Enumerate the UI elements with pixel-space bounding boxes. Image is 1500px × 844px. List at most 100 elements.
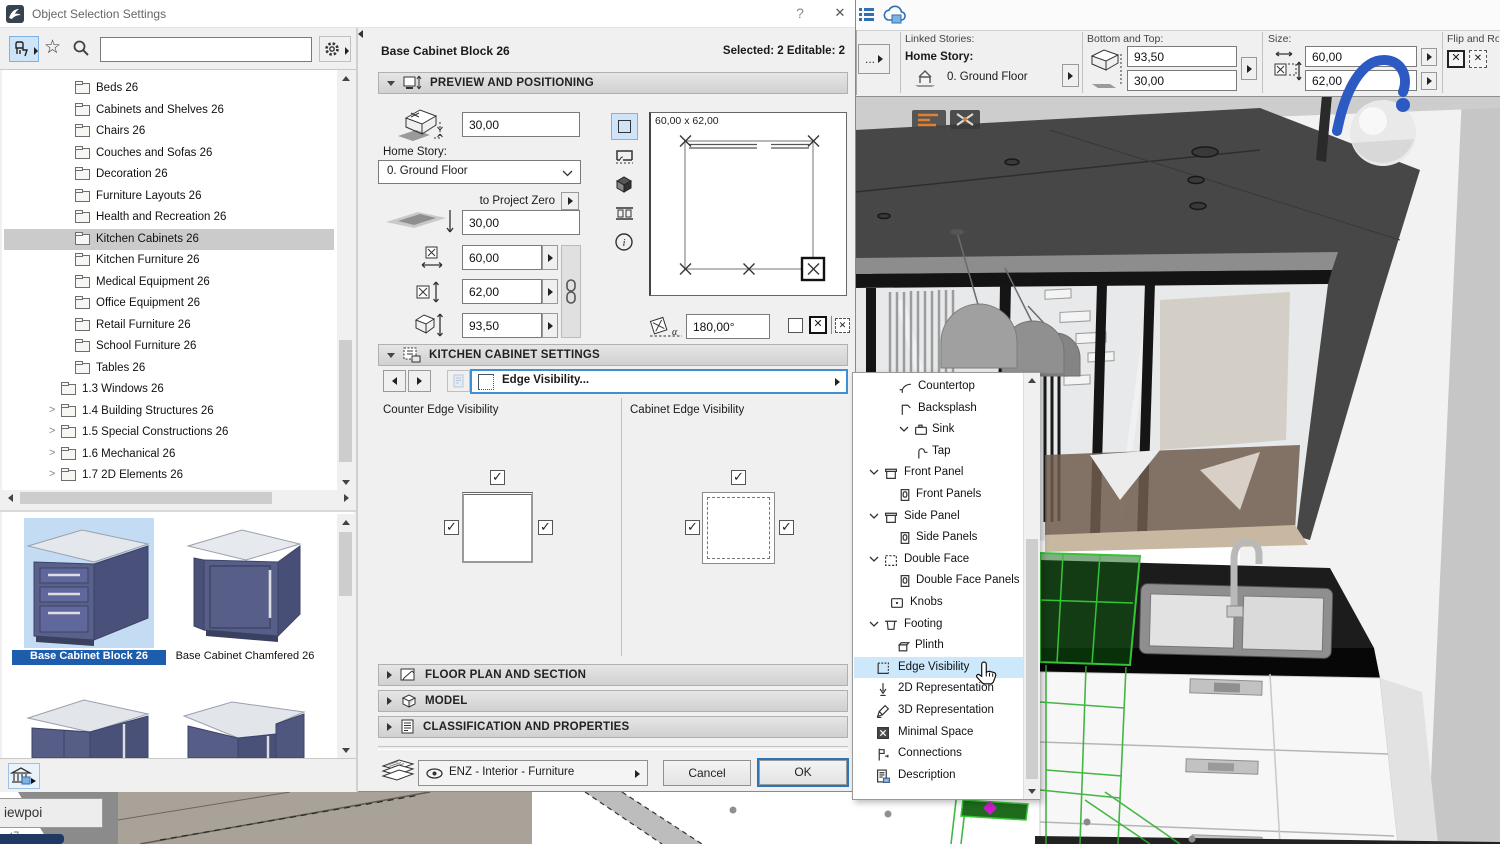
previous-page-button[interactable] xyxy=(383,370,406,392)
size-width-field[interactable] xyxy=(1305,46,1417,67)
tree-item[interactable]: Furniture Layouts 26 xyxy=(4,186,334,208)
menu-item-plinth[interactable]: Plinth xyxy=(854,635,1023,657)
menu-item-connections[interactable]: Connections xyxy=(854,743,1023,765)
search-icon[interactable] xyxy=(72,39,90,57)
expand-chevron-icon[interactable]: > xyxy=(49,468,55,480)
preview-mode-plan-button[interactable] xyxy=(611,142,638,169)
tree-item[interactable]: Cabinets and Shelves 26 xyxy=(4,100,334,122)
favorites-star-icon[interactable]: ☆ xyxy=(44,36,61,59)
rotation-angle-input[interactable] xyxy=(686,314,770,339)
tree-item[interactable]: >1.5 Special Constructions 26 xyxy=(4,422,334,444)
top-elevation-input[interactable] xyxy=(462,112,580,137)
menu-item-countertop[interactable]: Countertop xyxy=(854,376,1023,398)
layer-combo[interactable]: ENZ - Interior - Furniture xyxy=(418,760,648,786)
height-flyout[interactable] xyxy=(542,313,558,338)
menu-item-minimal-space[interactable]: Minimal Space xyxy=(854,722,1023,744)
counter-edge-left-checkbox[interactable]: ✓ xyxy=(444,520,459,535)
thumbnail-label[interactable]: Base Cabinet Block 26 xyxy=(12,650,166,665)
next-page-button[interactable] xyxy=(408,370,431,392)
preview-plan-box[interactable]: 60,00 x 62,00 xyxy=(649,112,847,296)
expanded-chevron-icon[interactable] xyxy=(869,513,879,520)
preview-info-button[interactable]: i xyxy=(611,229,638,256)
menu-item-double-face[interactable]: Double Face xyxy=(854,549,1023,571)
bottom-top-flyout[interactable] xyxy=(1241,57,1257,80)
cabinet-edge-top-checkbox[interactable]: ✓ xyxy=(731,470,746,485)
thumbnail-label[interactable]: Base Cabinet Chamfered 26 xyxy=(168,650,322,665)
tree-item[interactable]: Office Equipment 26 xyxy=(4,293,334,315)
load-other-object-button[interactable] xyxy=(8,763,40,789)
menu-item-panels[interactable]: Double Face Panels xyxy=(854,570,1023,592)
preview-mode-2d-button[interactable] xyxy=(611,113,638,140)
browser-settings-button[interactable] xyxy=(319,36,351,62)
menu-item-description[interactable]: Description xyxy=(854,765,1023,787)
bottom-elevation-input[interactable] xyxy=(462,210,580,235)
viewpoint-palette-fragment[interactable]: iewpoi xyxy=(0,798,103,828)
flip-mirror-button[interactable]: ✕ xyxy=(1469,50,1487,68)
expand-chevron-icon[interactable]: > xyxy=(49,404,55,416)
expanded-chevron-icon[interactable] xyxy=(899,426,909,433)
counter-edge-right-checkbox[interactable]: ✓ xyxy=(538,520,553,535)
tree-item[interactable]: Beds 26 xyxy=(4,78,334,100)
to-project-zero-flyout[interactable] xyxy=(561,192,579,210)
flip-button[interactable]: ✕ xyxy=(1447,50,1465,68)
help-button[interactable]: ? xyxy=(790,5,810,21)
preview-mode-3d-button[interactable] xyxy=(611,171,638,198)
thumbnail-corner-cabinet-b[interactable] xyxy=(180,692,310,758)
tree-item[interactable]: >1.7 2D Elements 26 xyxy=(4,465,334,487)
link-dimensions-track[interactable] xyxy=(561,245,581,338)
tree-item[interactable]: Chairs 26 xyxy=(4,121,334,143)
menu-item-panels[interactable]: Side Panels xyxy=(854,527,1023,549)
expanded-chevron-icon[interactable] xyxy=(869,621,879,628)
more-settings-button[interactable]: ... xyxy=(858,44,890,74)
dialog-titlebar[interactable]: Object Selection Settings ? ✕ xyxy=(0,0,855,28)
expanded-chevron-icon[interactable] xyxy=(869,556,879,563)
depth-flyout[interactable] xyxy=(542,279,558,304)
mirror-on-button[interactable]: ✕ xyxy=(809,316,827,334)
ok-button[interactable]: OK xyxy=(757,758,849,787)
thumbnail-base-cabinet-block[interactable] xyxy=(24,518,154,648)
size-width-flyout[interactable] xyxy=(1421,48,1437,66)
search-input[interactable] xyxy=(100,37,312,62)
tree-item[interactable]: Medical Equipment 26 xyxy=(4,272,334,294)
tree-item[interactable]: 1.3 Windows 26 xyxy=(4,379,334,401)
menu-item-sink[interactable]: Sink xyxy=(854,419,1023,441)
menu-item-footing[interactable]: Footing xyxy=(854,614,1023,636)
size-depth-field[interactable] xyxy=(1305,70,1417,91)
tree-item[interactable]: Tables 26 xyxy=(4,358,334,380)
preview-mode-section-button[interactable] xyxy=(611,200,638,227)
mirror-ghost-button[interactable]: ✕ xyxy=(835,318,850,333)
tree-item[interactable]: >1.6 Mechanical 26 xyxy=(4,444,334,466)
home-story-flyout[interactable] xyxy=(1062,64,1079,87)
menu-item-panels[interactable]: Front Panels xyxy=(854,484,1023,506)
cancel-button[interactable]: Cancel xyxy=(663,760,751,786)
section-model[interactable]: MODEL xyxy=(378,690,848,712)
tree-item[interactable]: Kitchen Furniture 26 xyxy=(4,250,334,272)
tree-item[interactable]: Decoration 26 xyxy=(4,164,334,186)
section-kitchen-cabinet-settings[interactable]: KITCHEN CABINET SETTINGS xyxy=(378,344,848,366)
page-notes-button[interactable] xyxy=(447,370,470,392)
teamwork-icon[interactable] xyxy=(858,6,876,24)
menu-item-knobs[interactable]: Knobs xyxy=(854,592,1023,614)
expand-chevron-icon[interactable]: > xyxy=(49,447,55,459)
counter-edge-top-checkbox[interactable]: ✓ xyxy=(490,470,505,485)
mirror-off-checkbox[interactable] xyxy=(788,318,803,333)
expanded-chevron-icon[interactable] xyxy=(869,469,879,476)
home-story-select[interactable]: 0. Ground Floor xyxy=(378,160,581,184)
height-input[interactable] xyxy=(462,313,542,338)
menu-item-front-panel[interactable]: Front Panel xyxy=(854,462,1023,484)
thumbnail-base-cabinet-chamfered[interactable] xyxy=(180,518,310,648)
width-input[interactable] xyxy=(462,245,542,270)
cabinet-edge-left-checkbox[interactable]: ✓ xyxy=(685,520,700,535)
menu-item-tap[interactable]: Tap xyxy=(854,441,1023,463)
tree-horizontal-scrollbar[interactable] xyxy=(2,490,354,506)
menu-scrollbar[interactable] xyxy=(1023,373,1040,799)
page-selector-combo[interactable]: Edge Visibility... xyxy=(470,369,848,394)
close-button[interactable]: ✕ xyxy=(830,5,850,21)
size-depth-flyout[interactable] xyxy=(1421,72,1437,90)
toolbar-home-story-value[interactable]: 0. Ground Floor xyxy=(947,71,1028,83)
menu-item-backsplash[interactable]: Backsplash xyxy=(854,398,1023,420)
object-type-button[interactable] xyxy=(9,36,39,62)
cabinet-edge-right-checkbox[interactable]: ✓ xyxy=(779,520,794,535)
width-flyout[interactable] xyxy=(542,245,558,270)
thumbnails-vertical-scrollbar[interactable] xyxy=(337,514,354,758)
